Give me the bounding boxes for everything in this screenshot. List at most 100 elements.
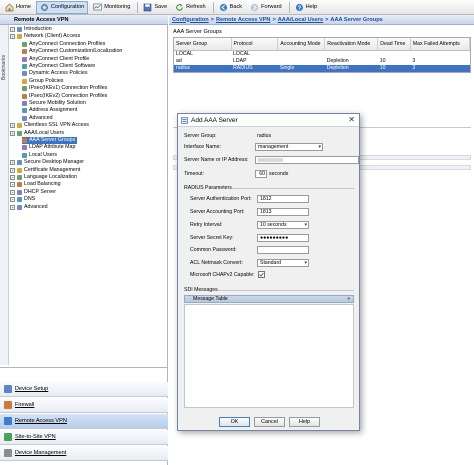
common-password-input[interactable]	[257, 246, 309, 254]
section-title: AAA Server Groups	[173, 29, 222, 35]
tree-item[interactable]: Group Policies	[22, 78, 63, 85]
toolbar-refresh-button[interactable]: Refresh	[172, 1, 209, 14]
acl-netmask-select[interactable]: Standard ▾	[257, 259, 309, 267]
tree-item[interactable]: + Clientless SSL VPN Access	[10, 122, 89, 129]
column-header[interactable]: Protocol	[231, 38, 279, 51]
tree-item[interactable]: AnyConnect Connection Profiles	[22, 41, 105, 48]
message-table-header[interactable]: Message Table »	[184, 295, 354, 303]
breadcrumb-separator: >	[210, 16, 214, 23]
nav-button[interactable]: Firewall	[0, 398, 168, 413]
tree-item[interactable]: LDAP Attribute Map	[22, 144, 75, 151]
column-header[interactable]: Dead Time	[377, 38, 411, 51]
expand-icon[interactable]: +	[10, 197, 15, 203]
help-button[interactable]: Help	[289, 417, 320, 427]
tree-item[interactable]: + DNS	[10, 196, 35, 203]
cancel-button[interactable]: Cancel	[254, 417, 285, 427]
column-header[interactable]: Reactivation Mode	[324, 38, 379, 51]
tree-item[interactable]: AAA Server Groups	[22, 137, 78, 144]
forward-arrow-icon	[250, 3, 261, 12]
nav-button[interactable]: Site-to-Site VPN	[0, 430, 168, 445]
tree-item[interactable]: IPsec(IKEv1) Connection Profiles	[22, 85, 107, 92]
tree-item[interactable]: Local Users	[22, 152, 57, 159]
expand-icon[interactable]: +	[10, 130, 15, 136]
tree-item[interactable]: Secure Mobility Solution	[22, 100, 86, 107]
tree-item-label: Certificate Management	[24, 166, 81, 173]
chevron-down-icon: ▾	[318, 144, 321, 150]
expand-icon[interactable]: +	[10, 167, 15, 173]
close-icon[interactable]: ✕	[348, 116, 355, 124]
table-cell	[278, 51, 325, 58]
expand-icon[interactable]: +	[10, 189, 15, 195]
chapv2-checkbox[interactable]	[258, 271, 265, 278]
tree-item[interactable]: + Introduction	[10, 26, 52, 33]
breadcrumb-link[interactable]: AAA/Local Users	[278, 17, 323, 23]
accounting-port-input[interactable]: 1813	[257, 208, 309, 216]
breadcrumb-link[interactable]: Configuration	[172, 17, 209, 23]
nav-button[interactable]: Device Management	[0, 446, 168, 461]
tree-item[interactable]: Advanced	[22, 115, 53, 122]
nav-button[interactable]: Device Setup	[0, 382, 168, 397]
radius-parameters-heading: RADIUS Parameters	[184, 185, 232, 191]
acl-netmask-label: ACL Netmask Convert:	[190, 260, 243, 266]
tree-item[interactable]: Address Assignment	[22, 107, 77, 114]
table-row[interactable]: ad LDAP Depletion 10 3	[174, 58, 470, 65]
help-icon: ?	[295, 3, 306, 12]
expand-icon[interactable]: +	[10, 182, 15, 188]
toolbar-back-button[interactable]: Back	[216, 1, 245, 14]
tree-item-label: Load Balancing	[24, 181, 61, 188]
toolbar-save-button[interactable]: Save	[140, 1, 170, 14]
tree-item[interactable]: + Advanced	[10, 204, 48, 211]
breadcrumb-separator: >	[325, 16, 329, 23]
toolbar-help-button[interactable]: ? Help	[292, 1, 321, 14]
server-group-label: Server Group:	[184, 133, 217, 139]
tree-item[interactable]: + Secure Desktop Manager	[10, 159, 84, 166]
toolbar-home-button[interactable]: Home	[2, 1, 34, 14]
expand-icon[interactable]: +	[10, 160, 15, 166]
expand-icon[interactable]: +	[10, 27, 15, 32]
tree-item[interactable]: Dynamic Access Policies	[22, 70, 88, 77]
column-header[interactable]: Accounting Mode	[277, 38, 326, 51]
tree-item[interactable]: AnyConnect Client Software	[22, 63, 95, 70]
column-header[interactable]: Max Failed Attempts	[410, 38, 471, 51]
tree-item[interactable]: + Certificate Management	[10, 167, 80, 174]
tree-item-label: AnyConnect Customization/Localization	[29, 48, 123, 55]
ok-button[interactable]: OK	[219, 417, 250, 427]
toolbar-button-label: Forward	[261, 4, 282, 10]
expand-icon[interactable]: +	[10, 123, 15, 129]
server-secret-key-input[interactable]: ●●●●●●●●●	[257, 234, 309, 242]
timeout-input[interactable]: 60	[255, 170, 267, 178]
toolbar-monitoring-button[interactable]: Monitoring	[90, 1, 133, 14]
tree-item[interactable]: + Load Balancing	[10, 181, 61, 188]
tree-item[interactable]: + DHCP Server	[10, 189, 56, 196]
table-row[interactable]: LOCAL LOCAL	[174, 51, 470, 58]
auth-port-input[interactable]: 1812	[257, 195, 309, 203]
tree-node-icon	[22, 138, 27, 143]
nav-button-icon	[4, 385, 12, 393]
tree-item[interactable]: AnyConnect Customization/Localization	[22, 48, 122, 55]
table-row[interactable]: radius RADIUS Single Depletion 10 3	[174, 64, 470, 72]
interface-name-select[interactable]: management ▾	[255, 143, 323, 151]
tree-item[interactable]: AnyConnect Client Profile	[22, 56, 89, 63]
redacted-address	[258, 158, 283, 162]
column-header[interactable]: Server Group	[174, 38, 232, 51]
toolbar-forward-button[interactable]: Forward	[247, 1, 285, 14]
table-cell: 10	[377, 64, 411, 72]
table-cell: Depletion	[326, 58, 349, 64]
tree-item[interactable]: + AAA/Local Users	[10, 130, 64, 137]
expand-icon[interactable]: +	[10, 34, 15, 40]
breadcrumb-link[interactable]: Remote Access VPN	[216, 17, 271, 23]
retry-interval-select[interactable]: 10 seconds ▾	[257, 221, 309, 229]
toolbar-configuration-button[interactable]: Configuration	[35, 0, 89, 14]
table-cell	[278, 58, 325, 65]
tree-item[interactable]: + Language Localization	[10, 174, 77, 181]
tree-item-label: LDAP Attribute Map	[29, 144, 76, 151]
bookmarks-tab[interactable]: Bookmarks	[0, 25, 9, 365]
expand-icon[interactable]: +	[10, 175, 15, 180]
tree-node-icon	[22, 86, 27, 92]
nav-button[interactable]: Remote Access VPN	[0, 414, 168, 429]
expand-icon[interactable]: +	[10, 204, 15, 210]
tree-item[interactable]: + Network (Client) Access	[10, 33, 80, 40]
tree-item[interactable]: IPsec(IKEv2) Connection Profiles	[22, 93, 107, 100]
table-cell: Single	[277, 64, 325, 72]
server-name-input[interactable]	[255, 156, 359, 164]
